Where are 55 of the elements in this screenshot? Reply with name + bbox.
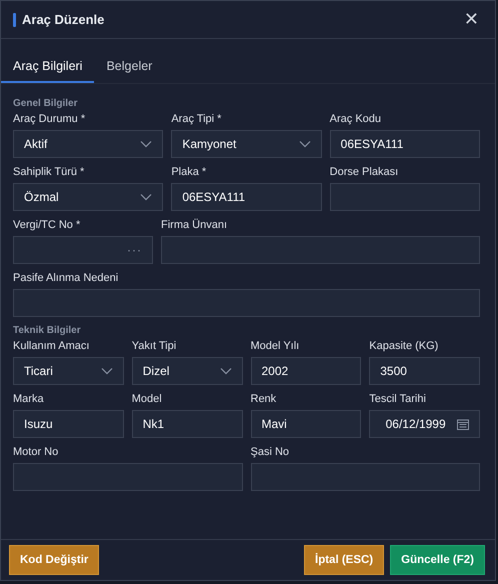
- calendar-icon: [457, 418, 469, 430]
- field-label: Araç Tipi *: [171, 113, 222, 125]
- field-label: Model Yılı: [250, 340, 300, 352]
- input-field[interactable]: ···: [13, 236, 153, 264]
- section-heading: Genel Bilgiler: [13, 98, 78, 109]
- field-label: Renk: [250, 393, 278, 405]
- input-field[interactable]: Nk1: [132, 410, 242, 438]
- input-field[interactable]: Isuzu: [13, 410, 124, 438]
- field-label: Araç Kodu: [330, 113, 382, 125]
- chevron-down-icon: [100, 367, 113, 375]
- chevron-down-icon: [220, 367, 232, 375]
- chevron-down-icon: [140, 193, 152, 201]
- field-label: Marka: [13, 393, 45, 405]
- select-field[interactable]: Özmal: [13, 183, 164, 211]
- input-field[interactable]: [161, 236, 480, 264]
- input-field[interactable]: [13, 289, 480, 317]
- input-field[interactable]: [13, 463, 242, 491]
- field-label: Sahiplik Türü *: [13, 166, 86, 178]
- select-field[interactable]: Aktif: [13, 130, 164, 158]
- section-heading: Teknik Bilgiler: [13, 325, 82, 336]
- window-title: Araç Düzenle: [22, 12, 106, 27]
- chevron-down-icon: [298, 140, 311, 148]
- field-label: Yakıt Tipi: [132, 340, 178, 352]
- more-icon[interactable]: ···: [127, 243, 142, 257]
- input-field[interactable]: 3500: [369, 357, 480, 385]
- field-label: Kapasite (KG): [369, 340, 440, 352]
- input-field[interactable]: [330, 183, 480, 211]
- input-field[interactable]: 06ESYA111: [171, 183, 322, 211]
- select-field[interactable]: Kamyonet: [171, 130, 322, 158]
- field-label: Model: [132, 393, 163, 405]
- date-field[interactable]: 06/12/1999: [369, 410, 480, 438]
- field-label: Motor No: [13, 446, 60, 458]
- select-field[interactable]: Dizel: [132, 357, 242, 385]
- field-label: Vergi/TC No *: [13, 219, 82, 231]
- action-button[interactable]: İptal (ESC): [304, 545, 384, 575]
- chevron-down-icon: [140, 140, 152, 148]
- field-label: Şasi No: [250, 446, 290, 458]
- tab[interactable]: Araç Bilgileri: [1, 55, 94, 83]
- tab[interactable]: Belgeler: [94, 55, 164, 83]
- title-accent-bar: [13, 12, 16, 26]
- close-button[interactable]: ✕: [460, 9, 483, 30]
- field-label: Plaka *: [171, 166, 208, 178]
- field-label: Firma Ünvanı: [161, 219, 228, 231]
- field-label: Pasife Alınma Nedeni: [13, 272, 120, 284]
- field-label: Araç Durumu *: [13, 113, 86, 125]
- input-field[interactable]: [250, 463, 480, 491]
- select-field[interactable]: Ticari: [13, 357, 124, 385]
- action-button[interactable]: Güncelle (F2): [390, 545, 485, 575]
- field-label: Tescil Tarihi: [369, 393, 427, 405]
- action-button[interactable]: Kod Değiştir: [9, 545, 100, 575]
- field-label: Kullanım Amacı: [13, 340, 90, 352]
- input-field[interactable]: 2002: [250, 357, 362, 385]
- field-label: Dorse Plakası: [330, 166, 400, 178]
- input-field[interactable]: 06ESYA111: [330, 130, 480, 158]
- input-field[interactable]: Mavi: [250, 410, 362, 438]
